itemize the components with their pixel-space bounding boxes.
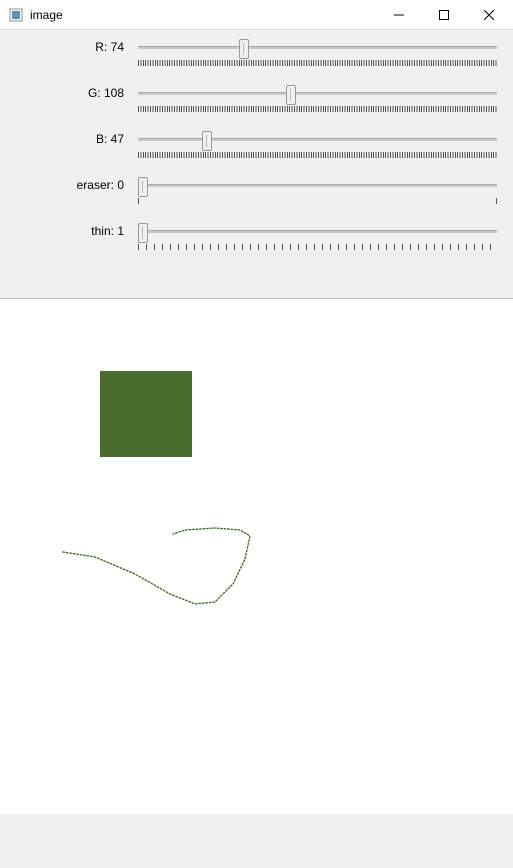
slider-name-thin: thin:: [91, 224, 114, 238]
slider-ticks: [138, 244, 497, 250]
slider-ticks: [138, 152, 497, 158]
slider-name-g: G:: [88, 86, 101, 100]
slider-ticks: [138, 60, 497, 66]
titlebar: image: [0, 0, 513, 30]
slider-label-eraser: eraser: 0: [10, 176, 132, 192]
slider-value-thin: 1: [117, 224, 124, 238]
slider-label-b: B: 47: [10, 130, 132, 146]
slider-label-r: R: 74: [10, 38, 132, 54]
slider-track: [138, 138, 497, 141]
slider-value-eraser: 0: [117, 178, 124, 192]
slider-value-g: 108: [104, 86, 124, 100]
slider-eraser[interactable]: [132, 176, 503, 206]
slider-track: [138, 46, 497, 49]
drawn-stroke: [55, 524, 275, 614]
slider-track: [138, 230, 497, 233]
drawn-rectangle: [100, 371, 192, 457]
slider-thumb[interactable]: [202, 131, 212, 151]
slider-ticks: [138, 198, 497, 204]
slider-b[interactable]: [132, 130, 503, 160]
slider-row-eraser: eraser: 0: [10, 176, 503, 206]
window-title: image: [30, 8, 376, 22]
slider-track: [138, 92, 497, 95]
slider-name-b: B:: [96, 132, 107, 146]
minimize-button[interactable]: [376, 0, 421, 30]
slider-name-eraser: eraser:: [77, 178, 114, 192]
slider-thin[interactable]: [132, 222, 503, 252]
slider-row-thin: thin: 1: [10, 222, 503, 252]
slider-row-r: R: 74: [10, 38, 503, 68]
slider-thumb[interactable]: [286, 85, 296, 105]
slider-row-g: G: 108: [10, 84, 503, 114]
slider-thumb[interactable]: [239, 39, 249, 59]
slider-row-b: B: 47: [10, 130, 503, 160]
slider-value-b: 47: [111, 132, 124, 146]
close-button[interactable]: [466, 0, 511, 30]
slider-r[interactable]: [132, 38, 503, 68]
slider-track: [138, 184, 497, 187]
controls-panel: R: 74 G: 108 B: 47 e: [0, 30, 513, 298]
slider-ticks: [138, 106, 497, 112]
slider-thumb[interactable]: [138, 177, 148, 197]
slider-label-g: G: 108: [10, 84, 132, 100]
slider-name-r: R:: [95, 40, 107, 54]
slider-value-r: 74: [111, 40, 124, 54]
slider-label-thin: thin: 1: [10, 222, 132, 238]
slider-thumb[interactable]: [138, 223, 148, 243]
slider-g[interactable]: [132, 84, 503, 114]
maximize-button[interactable]: [421, 0, 466, 30]
drawing-canvas[interactable]: [0, 298, 513, 814]
app-icon: [8, 7, 24, 23]
